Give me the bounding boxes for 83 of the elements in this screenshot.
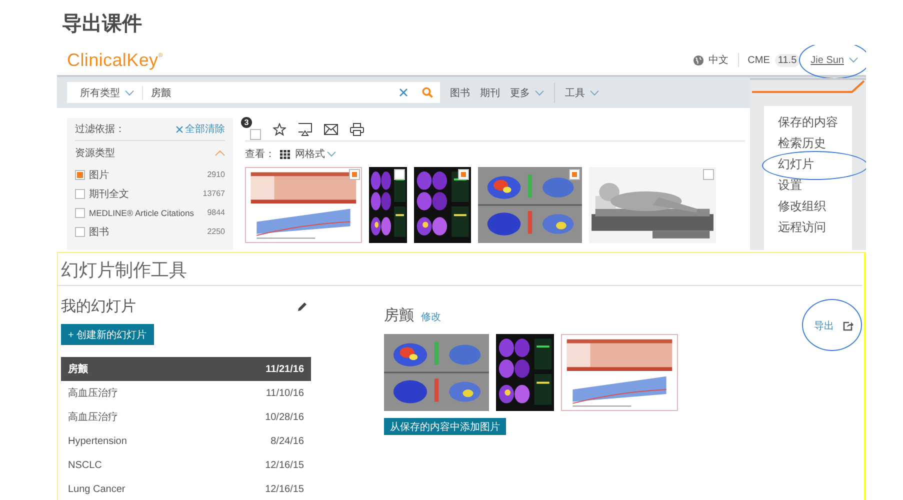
grid-view-icon [280,150,290,158]
add-images-button[interactable]: 从保存的内容中添加图片 [384,418,506,435]
result-count: 13767 [202,189,225,198]
slideshow-date: 11/10/16 [266,388,304,398]
slideshow-row[interactable]: 房颤 11/21/16 [61,357,311,381]
view-mode-dropdown[interactable]: 网格式 [295,147,336,161]
selected-count-badge: 3 [241,117,252,128]
chevron-up-icon[interactable] [215,150,225,156]
close-icon [176,126,183,132]
export-icon[interactable] [843,321,854,331]
slideshow-date: 11/21/16 [266,364,304,374]
page-heading: 导出课件 [61,12,143,37]
pencil-icon[interactable] [297,301,308,312]
checkbox[interactable] [75,188,85,198]
nav-link[interactable]: 更多 [510,86,544,100]
view-label: 查看： [245,148,275,161]
menu-item[interactable]: 检索历史 [778,135,826,152]
checkbox[interactable] [75,170,85,180]
chevron-down-icon [849,57,858,63]
menu-item[interactable]: 设置 [778,177,802,194]
print-icon[interactable] [350,122,364,136]
slideshow-name: 房颤 [68,362,88,376]
slideshow-row[interactable]: 高血压治疗 11/10/16 [61,381,311,405]
checkbox[interactable] [569,169,580,180]
search-query: 房颤 [150,86,172,100]
filter-label: 图片 [89,168,110,182]
checkbox[interactable] [75,208,85,218]
slideshow-name: NSCLC [68,460,102,470]
search-icon[interactable] [422,87,433,98]
menu-item[interactable]: 保存的内容 [778,114,838,131]
chevron-down-icon [124,90,134,96]
export-link[interactable]: 导出 [814,319,834,333]
checkbox[interactable] [349,169,360,180]
clear-icon[interactable] [399,88,408,97]
result-count: 9844 [207,208,225,217]
type-dropdown[interactable]: 所有类型 [80,86,143,100]
section-title: 我的幻灯片 [61,297,136,316]
search-field[interactable]: 所有类型 房颤 [67,82,440,103]
slideshow-row[interactable]: Hypertension 8/24/16 [61,429,311,453]
checkbox[interactable] [458,169,469,180]
menu-item[interactable]: 远程访问 [778,219,826,236]
user-menu-link[interactable]: Jie Sun [810,54,844,66]
globe-icon [692,54,704,66]
chevron-down-icon [327,151,336,157]
filter-title: 过滤依据： [75,122,125,136]
checkbox[interactable] [394,169,405,180]
chevron-down-icon [534,90,544,96]
slideshow-row[interactable]: NSCLC 12/16/15 [61,453,311,477]
filter-label: 期刊全文 [89,188,130,200]
slideshow-date: 10/28/16 [265,412,304,422]
menu-item[interactable]: 修改组织 [778,198,826,215]
result-count: 2910 [207,170,225,179]
slideshow-title: 房颤 [384,306,414,325]
mail-icon[interactable] [324,124,338,134]
cme-label: CME [748,54,770,66]
chevron-down-icon [590,90,599,96]
slideshow-date: 8/24/16 [270,436,304,446]
slideshow-name: 高血压治疗 [68,386,118,400]
checkbox[interactable] [703,169,714,180]
nav-link[interactable]: 图书 [450,86,470,100]
slideshow-date: 12/16/15 [265,460,304,470]
create-slideshow-button[interactable]: + 创建新的幻灯片 [61,324,154,345]
filter-label: MEDLINE® Article Citations [89,208,195,218]
section-title: 资源类型 [75,146,115,160]
slideshow-name: Lung Cancer [68,484,126,494]
language-link[interactable]: 中文 [708,53,729,67]
nav-link[interactable]: 工具 [564,86,599,100]
edit-link[interactable]: 修改 [421,310,441,324]
nav-link[interactable]: 期刊 [480,86,500,100]
result-count: 2250 [207,227,225,236]
slideshow-row[interactable]: Lung Cancer 12/16/15 [61,477,311,500]
select-all-checkbox[interactable] [250,129,261,140]
slideshow-name: 高血压治疗 [68,410,118,424]
cme-credit-badge: 11.5 [774,54,800,66]
slideshow-name: Hypertension [68,436,127,446]
slideshow-date: 12/16/15 [265,484,304,494]
presentation-icon[interactable] [298,122,312,136]
checkbox[interactable] [75,226,85,236]
slideshow-row[interactable]: 高血压治疗 10/28/16 [61,405,311,429]
menu-item[interactable]: 幻灯片 [778,156,814,173]
tool-title: 幻灯片制作工具 [58,253,862,286]
filter-label: 图书 [89,226,110,238]
star-icon[interactable] [273,122,286,136]
